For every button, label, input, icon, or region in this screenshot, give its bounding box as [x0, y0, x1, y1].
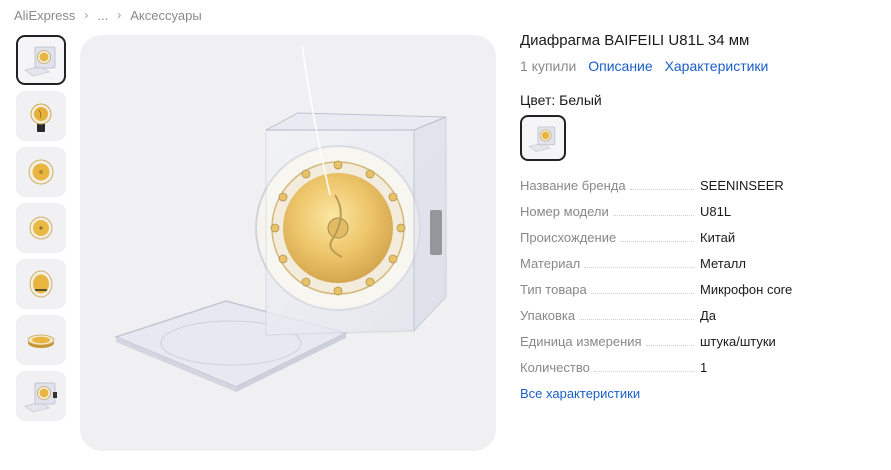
- color-swatch-image: [528, 126, 556, 152]
- product-thumbnail-image: [27, 334, 55, 348]
- spec-leader-dots: [645, 344, 694, 346]
- breadcrumb-ellipsis[interactable]: ...: [97, 8, 108, 23]
- spec-leader-dots: [620, 240, 694, 242]
- spec-leader-dots: [590, 292, 694, 294]
- sold-count: 1 купили: [520, 58, 577, 74]
- thumbnail-6[interactable]: [16, 315, 66, 365]
- spec-value: 1: [700, 359, 708, 375]
- spec-leader-dots: [579, 318, 694, 320]
- spec-name: Количество: [520, 359, 590, 375]
- chevron-right-icon: ›: [84, 8, 89, 22]
- product-info: Диафрагма BAIFEILI U81L 34 мм 1 купили О…: [520, 30, 880, 405]
- spec-name: Материал: [520, 255, 581, 271]
- breadcrumb-category[interactable]: Аксессуары: [130, 8, 201, 23]
- thumbnail-list: [16, 35, 72, 427]
- spec-leader-dots: [629, 188, 694, 190]
- color-label: Цвет: Белый: [520, 92, 602, 108]
- spec-value: U81L: [700, 203, 732, 219]
- spec-row: Материал Металл: [520, 250, 880, 276]
- thumbnail-4[interactable]: [16, 203, 66, 253]
- spec-row: Название бренда SEENINSEER: [520, 172, 880, 198]
- spec-name: Происхождение: [520, 229, 617, 245]
- spec-name: Номер модели: [520, 203, 609, 219]
- all-specs-link[interactable]: Все характеристики: [520, 383, 880, 405]
- thumbnail-2[interactable]: [16, 91, 66, 141]
- spec-value: SEENINSEER: [700, 177, 784, 193]
- thumbnail-1[interactable]: [16, 35, 66, 85]
- product-meta: 1 купили Описание Характеристики: [520, 56, 880, 76]
- breadcrumb-home[interactable]: AliExpress: [14, 8, 75, 23]
- characteristics-link[interactable]: Характеристики: [665, 58, 769, 74]
- spec-name: Тип товара: [520, 281, 587, 297]
- breadcrumb: AliExpress › ... › Аксессуары: [14, 6, 202, 24]
- spec-row: Единица измерения штука/штуки: [520, 328, 880, 354]
- spec-row: Номер модели U81L: [520, 198, 880, 224]
- spec-leader-dots: [612, 214, 694, 216]
- thumbnail-7[interactable]: [16, 371, 66, 421]
- spec-value: Китай: [700, 229, 736, 245]
- thumbnail-5[interactable]: [16, 259, 66, 309]
- color-swatch-white[interactable]: [520, 115, 566, 161]
- product-thumbnail-image: [29, 270, 53, 298]
- product-thumbnail-image: [29, 216, 53, 240]
- spec-row: Тип товара Микрофон core: [520, 276, 880, 302]
- spec-name: Единица измерения: [520, 333, 642, 349]
- spec-value: Металл: [700, 255, 746, 271]
- product-title: Диафрагма BAIFEILI U81L 34 мм: [520, 32, 750, 49]
- spec-row: Упаковка Да: [520, 302, 880, 328]
- specs-table: Название бренда SEENINSEER Номер модели …: [520, 172, 880, 380]
- spec-value: Да: [700, 307, 717, 323]
- spec-name: Название бренда: [520, 177, 626, 193]
- spec-row: Происхождение Китай: [520, 224, 880, 250]
- product-thumbnail-image: [24, 382, 57, 413]
- description-link[interactable]: Описание: [588, 58, 652, 74]
- spec-leader-dots: [593, 370, 694, 372]
- product-thumbnail-image: [30, 103, 52, 132]
- main-product-image[interactable]: [80, 35, 496, 451]
- chevron-right-icon: ›: [117, 8, 122, 22]
- product-thumbnail-image: [24, 46, 56, 77]
- spec-value: Микрофон core: [700, 281, 793, 297]
- spec-value: штука/штуки: [700, 333, 776, 349]
- product-thumbnail-image: [28, 159, 54, 185]
- spec-name: Упаковка: [520, 307, 576, 323]
- spec-leader-dots: [584, 266, 694, 268]
- microphone-capsule-image: [113, 44, 447, 392]
- thumbnail-3[interactable]: [16, 147, 66, 197]
- spec-row: Количество 1: [520, 354, 880, 380]
